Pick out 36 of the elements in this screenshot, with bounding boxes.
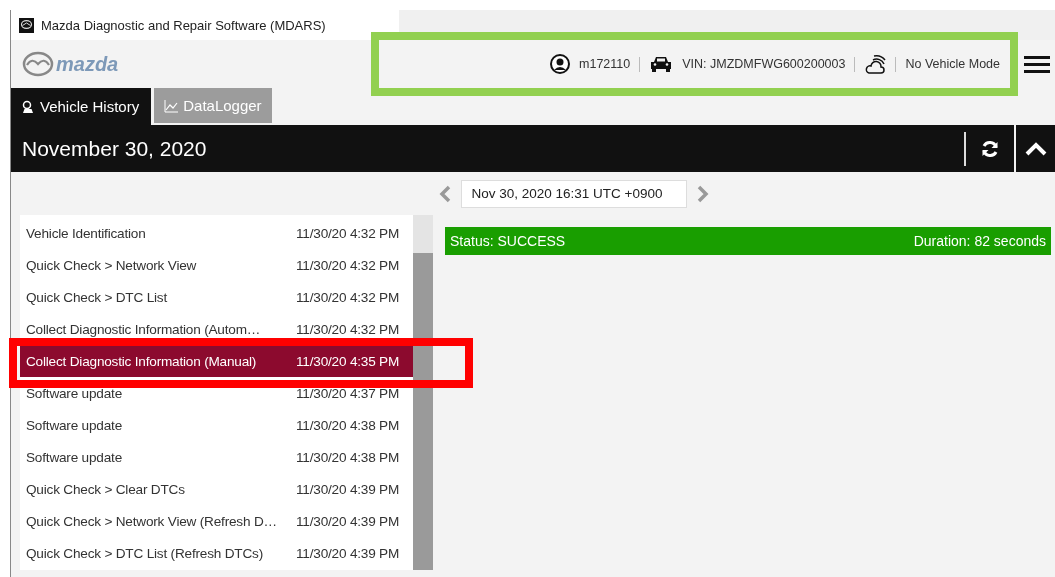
previous-button[interactable] [438, 184, 451, 203]
history-row[interactable]: Quick Check > Clear DTCs 11/30/20 4:39 PM [20, 473, 413, 506]
user-id: m172110 [579, 57, 631, 71]
date-heading: November 30, 2020 [21, 136, 208, 161]
chevron-left-icon [438, 184, 451, 203]
collapse-button[interactable] [1016, 125, 1055, 172]
chart-icon [164, 98, 179, 113]
car-icon [649, 54, 674, 74]
chevron-up-icon [1025, 141, 1047, 156]
refresh-icon [980, 138, 1000, 159]
cloud-signal-icon [864, 53, 887, 75]
tab[interactable]: Vehicle History [11, 88, 152, 125]
duration-text: Duration: 82 seconds [913, 233, 1046, 249]
history-row[interactable]: Quick Check > Network View 11/30/20 4:32 PM [20, 249, 413, 282]
logo-icon [22, 51, 54, 77]
vehicle-mode: No Vehicle Mode [905, 57, 1000, 71]
vin-label: VIN: JMZDMFWG600200003 [682, 57, 846, 71]
app-icon [19, 17, 34, 33]
chevron-right-icon [696, 184, 709, 203]
date-field[interactable]: Nov 30, 2020 16:31 UTC +0900 [460, 179, 687, 208]
history-row[interactable]: Software update 11/30/20 4:37 PM [20, 377, 413, 410]
history-row[interactable]: Collect Diagnostic Information (Manual) 11/30/20 4:35 PM [20, 345, 413, 378]
history-row[interactable]: Software update 11/30/20 4:38 PM [20, 409, 413, 442]
menu-icon [1024, 54, 1050, 74]
person-car-icon [21, 99, 35, 114]
history-row[interactable]: Vehicle Identification 11/30/20 4:32 PM [20, 217, 413, 250]
history-row[interactable]: Collect Diagnostic Information (Autom… 11/30/20 4:32 PM [20, 313, 413, 346]
brand-wordmark: mazda [56, 52, 119, 76]
history-row[interactable]: Quick Check > Network View (Refresh D… 11/30/20 4:39 PM [20, 505, 413, 538]
status-text: Status: SUCCESS [450, 233, 566, 249]
next-button[interactable] [696, 184, 709, 203]
history-row[interactable]: Quick Check > DTC List 11/30/20 4:32 PM [20, 281, 413, 314]
history-row[interactable]: Quick Check > DTC List (Refresh DTCs) 11/30/20 4:39 PM [20, 537, 413, 571]
history-row[interactable]: Software update 11/30/20 4:38 PM [20, 441, 413, 474]
user-icon [550, 54, 571, 74]
window-title: Mazda Diagnostic and Repair Software (MDARS) [41, 17, 326, 33]
